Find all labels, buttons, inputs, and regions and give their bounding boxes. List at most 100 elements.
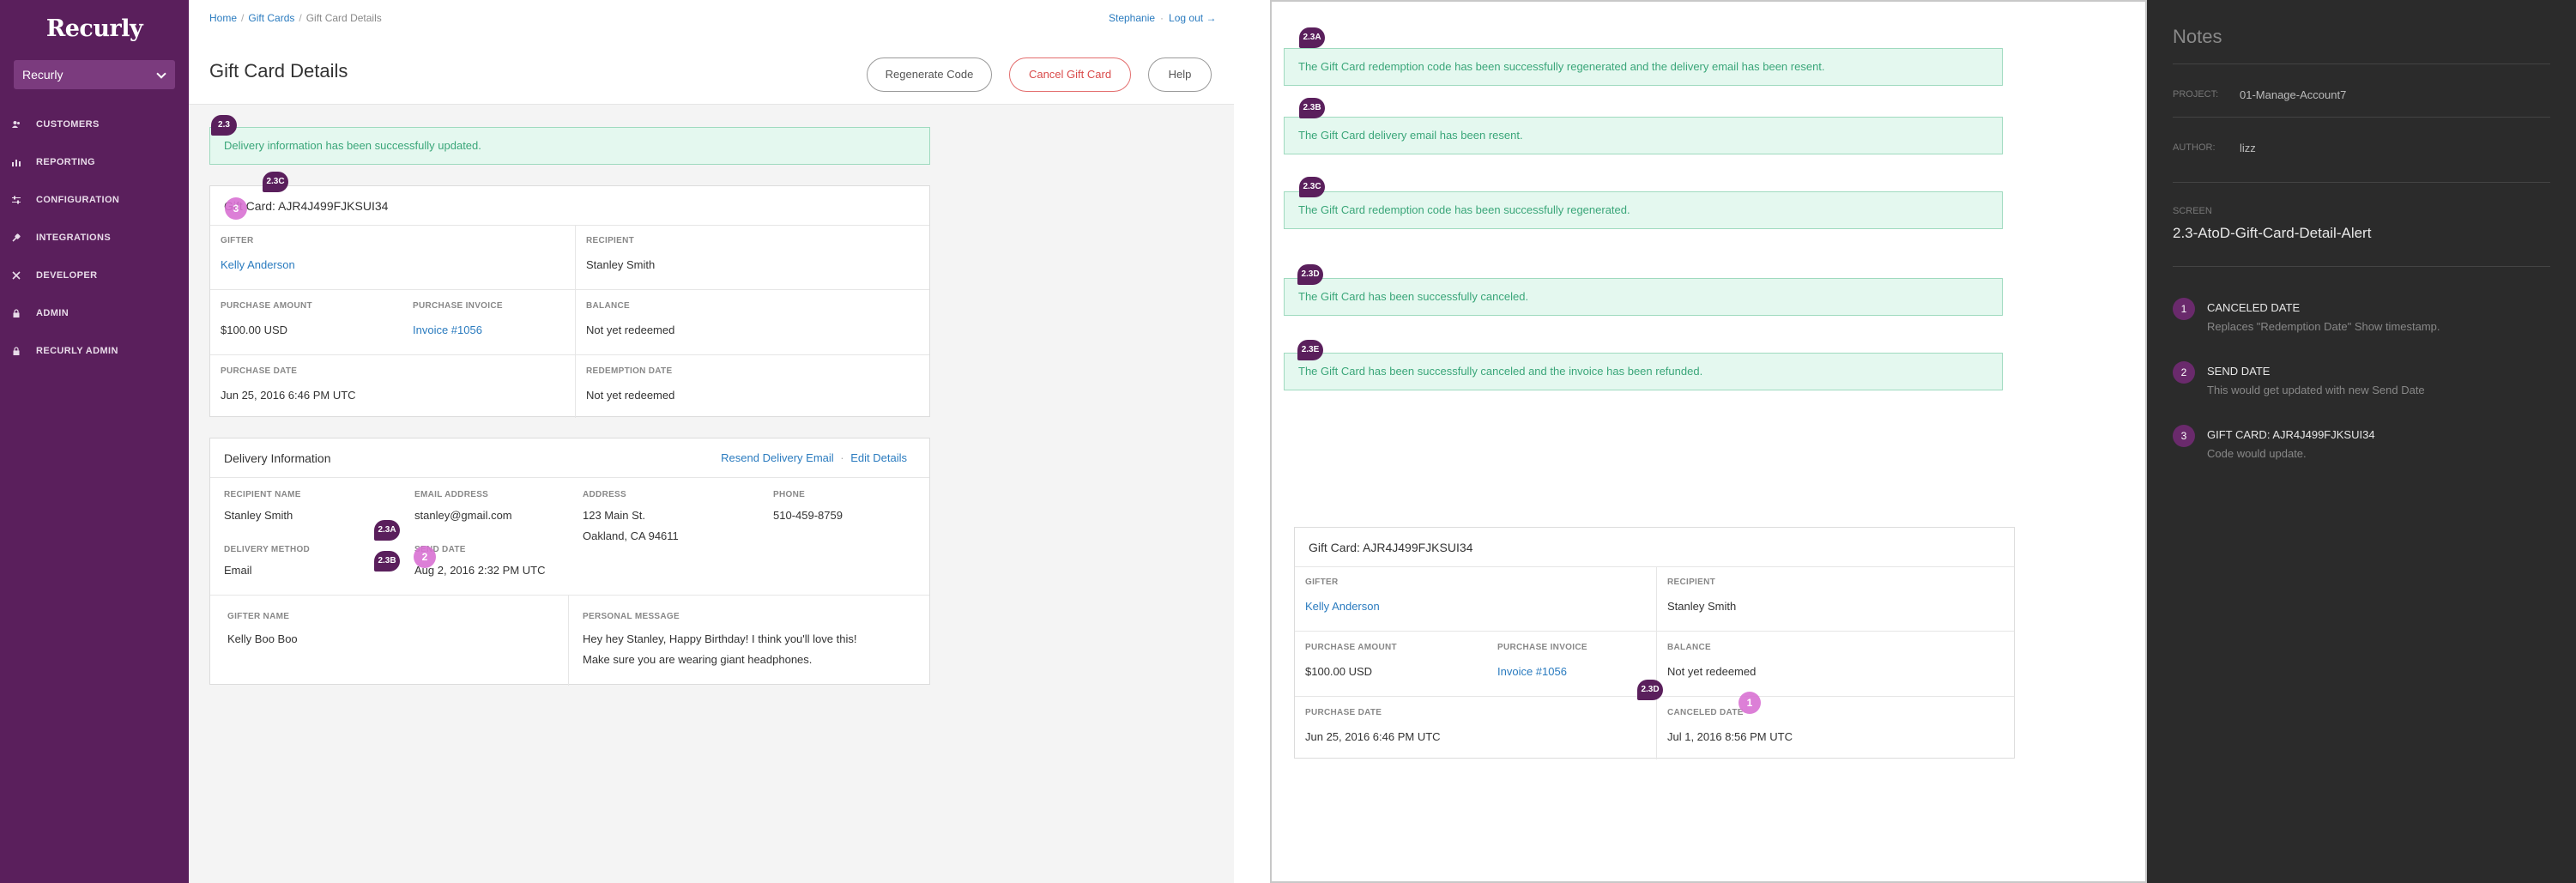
project-value: 01-Manage-Account7	[2240, 88, 2347, 101]
sidebar-item-label: INTEGRATIONS	[36, 233, 112, 243]
author-label: AUTHOR:	[2173, 142, 2216, 153]
annotation-dot: 3	[225, 197, 247, 220]
recurly-logo[interactable]: Recurly	[0, 15, 189, 42]
users-icon	[12, 121, 20, 128]
recipient-value: Stanley Smith	[1667, 600, 1737, 613]
notes-panel: Notes PROJECT: 01-Manage-Account7 AUTHOR…	[2147, 0, 2576, 883]
gift-card-title: Gift Card: AJR4J499FJKSUI34	[210, 186, 929, 226]
sidebar-item-label: REPORTING	[36, 157, 95, 167]
purchase-date-label: PURCHASE DATE	[1305, 708, 1382, 717]
user-name-link[interactable]: Stephanie	[1109, 12, 1155, 24]
annotation-tag: 2.3	[211, 115, 237, 136]
annotation-dot: 1	[1738, 692, 1761, 714]
sidebar-item-configuration[interactable]: CONFIGURATION	[0, 191, 189, 209]
note-number: 2	[2173, 361, 2195, 384]
purchase-amount-label: PURCHASE AMOUNT	[221, 301, 312, 311]
author-value: lizz	[2240, 142, 2256, 154]
address-line1: 123 Main St.	[583, 509, 645, 522]
phone-label: PHONE	[773, 490, 806, 499]
edit-details-link[interactable]: Edit Details	[850, 451, 907, 464]
sidebar-item-reporting[interactable]: REPORTING	[0, 153, 189, 172]
note-description: Replaces "Redemption Date" Show timestam…	[2207, 320, 2440, 333]
balance-label: BALANCE	[586, 301, 630, 311]
annotation-dot: 2	[414, 546, 436, 568]
sidebar-item-developer[interactable]: DEVELOPER	[0, 266, 189, 285]
address-label: ADDRESS	[583, 490, 626, 499]
sidebar-item-label: DEVELOPER	[36, 270, 98, 281]
tools-icon	[12, 271, 21, 280]
delivery-method-value: Email	[224, 564, 252, 577]
purchase-invoice-link[interactable]: Invoice #1056	[1497, 665, 1567, 678]
canceled-gift-card-panel: Gift Card: AJR4J499FJKSUI34 GIFTER Kelly…	[1294, 527, 2015, 759]
annotation-tag: 2.3E	[1297, 340, 1323, 360]
balance-value: Not yet redeemed	[586, 324, 675, 336]
purchase-date-label: PURCHASE DATE	[221, 366, 298, 376]
cancel-gift-card-button[interactable]: Cancel Gift Card	[1009, 57, 1131, 92]
variant-alert-regenerated-resent: The Gift Card redemption code has been s…	[1284, 48, 2003, 86]
purchase-invoice-link[interactable]: Invoice #1056	[413, 324, 482, 336]
breadcrumb-home[interactable]: Home	[209, 12, 237, 24]
screen-label: SCREEN	[2173, 206, 2212, 216]
sidebar-item-label: CUSTOMERS	[36, 119, 100, 130]
canceled-date-label: CANCELED DATE	[1667, 708, 1744, 717]
chevron-down-icon	[156, 69, 166, 79]
redemption-date-label: REDEMPTION DATE	[586, 366, 673, 376]
gifter-link[interactable]: Kelly Anderson	[221, 258, 295, 271]
purchase-invoice-label: PURCHASE INVOICE	[413, 301, 503, 311]
sidebar-item-integrations[interactable]: INTEGRATIONS	[0, 228, 189, 247]
send-date-value: Aug 2, 2016 2:32 PM UTC	[414, 564, 546, 577]
purchase-date-value: Jun 25, 2016 6:46 PM UTC	[221, 389, 356, 402]
user-links: Stephanie · Log out →	[1109, 12, 1217, 24]
logout-link[interactable]: Log out →	[1169, 12, 1216, 24]
sidebar-item-customers[interactable]: CUSTOMERS	[0, 115, 189, 134]
breadcrumb: Home / Gift Cards / Gift Card Details	[209, 12, 382, 24]
purchase-amount-value: $100.00 USD	[1305, 665, 1373, 678]
gifter-label: GIFTER	[221, 236, 254, 245]
site-select[interactable]: Recurly	[14, 60, 175, 89]
gifter-link[interactable]: Kelly Anderson	[1305, 600, 1380, 613]
note-description: This would get updated with new Send Dat…	[2207, 384, 2425, 396]
note-number: 3	[2173, 425, 2195, 447]
delivery-info-panel: Delivery Information Resend Delivery Ema…	[209, 438, 930, 686]
breadcrumb-gift-cards[interactable]: Gift Cards	[248, 12, 294, 24]
note-title: CANCELED DATE	[2207, 301, 2301, 314]
help-button[interactable]: Help	[1148, 57, 1212, 92]
sidebar-item-label: CONFIGURATION	[36, 195, 120, 205]
purchase-amount-value: $100.00 USD	[221, 324, 288, 336]
sidebar-item-recurly-admin[interactable]: RECURLY ADMIN	[0, 342, 189, 360]
balance-label: BALANCE	[1667, 643, 1711, 652]
recipient-value: Stanley Smith	[586, 258, 656, 271]
delivery-actions: Resend Delivery Email · Edit Details	[721, 438, 907, 478]
project-label: PROJECT:	[2173, 89, 2219, 100]
page-title: Gift Card Details	[209, 60, 348, 82]
email-address-value: stanley@gmail.com	[414, 509, 512, 522]
sidebar-item-admin[interactable]: ADMIN	[0, 304, 189, 323]
annotation-tag: 2.3A	[374, 520, 400, 541]
lock-icon	[13, 309, 20, 318]
note-description: Code would update.	[2207, 447, 2307, 460]
main-content: Home / Gift Cards / Gift Card Details Stepha…	[189, 0, 1234, 883]
logout-label: Log out	[1169, 12, 1204, 24]
canceled-date-value: Jul 1, 2016 8:56 PM UTC	[1667, 730, 1793, 743]
resend-delivery-email-link[interactable]: Resend Delivery Email	[721, 451, 834, 464]
gift-card-panel: Gift Card: AJR4J499FJKSUI34 GIFTER Kelly…	[209, 185, 930, 418]
annotation-tag: 2.3C	[1299, 177, 1325, 197]
gifter-name-value: Kelly Boo Boo	[227, 632, 298, 645]
recipient-name-label: RECIPIENT NAME	[224, 490, 301, 499]
annotation-tag: 2.3D	[1297, 264, 1323, 285]
recipient-name-value: Stanley Smith	[224, 509, 293, 522]
gifter-label: GIFTER	[1305, 578, 1339, 587]
annotation-tag: 2.3B	[1299, 98, 1325, 118]
notes-title: Notes	[2173, 26, 2222, 47]
variant-alert-resent: The Gift Card delivery email has been re…	[1284, 117, 2003, 154]
recipient-label: RECIPIENT	[586, 236, 635, 245]
success-alert: Delivery information has been successful…	[209, 127, 930, 165]
regenerate-code-button[interactable]: Regenerate Code	[867, 57, 992, 92]
delivery-method-label: DELIVERY METHOD	[224, 545, 311, 554]
purchase-amount-label: PURCHASE AMOUNT	[1305, 643, 1397, 652]
page-header: Home / Gift Cards / Gift Card Details Stepha…	[189, 0, 1234, 105]
personal-message-label: PERSONAL MESSAGE	[583, 612, 680, 621]
recipient-label: RECIPIENT	[1667, 578, 1716, 587]
purchase-invoice-label: PURCHASE INVOICE	[1497, 643, 1587, 652]
personal-message-line2: Make sure you are wearing giant headphon…	[583, 653, 813, 666]
